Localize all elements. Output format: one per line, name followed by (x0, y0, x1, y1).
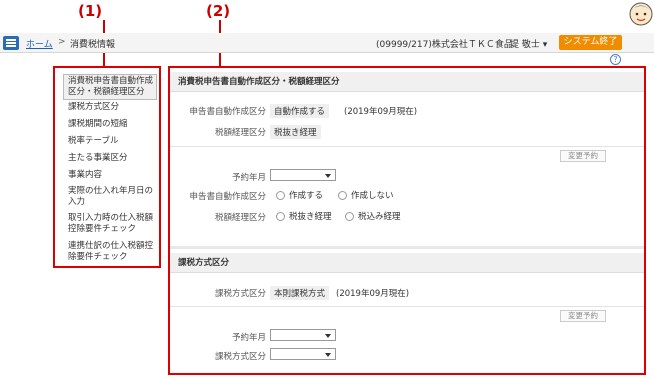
sidebar-item-auto-create[interactable]: 消費税申告書自動作成 区分・税額経理区分 (63, 74, 157, 100)
sidebar-item-label: 入力 (68, 197, 86, 207)
sidebar-item-label: 課税期間の短縮 (68, 119, 128, 129)
tax-accounting-value: 税抜き経理 (270, 125, 321, 139)
sidebar-item-input-deduction-check[interactable]: 取引入力時の仕入税額 控除要件チェック (68, 213, 153, 235)
change-reservation-button-2[interactable]: 変更予約 (560, 310, 606, 322)
sidebar-item-label: 連携仕訳の仕入税額控 (68, 241, 154, 251)
radio-circle (345, 211, 354, 221)
reservation-month-label-1: 予約年月 (231, 173, 266, 183)
sidebar-item-label: 区分・税額経理区分 (68, 87, 145, 97)
section-tax-method-title: 課税方式区分 (170, 253, 644, 273)
user-menu[interactable]: 堤 敬士 ▾ (510, 37, 547, 50)
sidebar-item-business-content[interactable]: 事業内容 (68, 170, 102, 181)
sidebar-item-period-shortening[interactable]: 課税期間の短縮 (68, 119, 128, 130)
change-reservation-button-1[interactable]: 変更予約 (560, 150, 606, 162)
radio-tax-excluded[interactable]: 税抜き経理 (276, 210, 332, 222)
system-exit-button[interactable]: システム終了 (559, 35, 622, 50)
menu-icon[interactable] (3, 36, 19, 50)
radio-label: 作成する (289, 191, 324, 201)
radio-circle (276, 190, 285, 200)
chevron-down-icon (325, 353, 331, 357)
radio-circle (276, 211, 285, 221)
sidebar-item-main-business[interactable]: 主たる事業区分 (68, 153, 128, 164)
sidebar-item-label: 控除要件チェック (68, 224, 137, 234)
section-divider (170, 246, 644, 249)
main-panel: 消費税申告書自動作成区分・税額経理区分 申告書自動作成区分 自動作成する (20… (168, 66, 646, 375)
sidebar-item-label: 課税方式区分 (68, 102, 120, 112)
auto-create-value: 自動作成する (270, 104, 330, 118)
plan-auto-create-label: 申告書自動作成区分 (189, 192, 266, 202)
radio-label: 税抜き経理 (289, 212, 332, 222)
sidebar-item-label: 税率テーブル (68, 136, 119, 146)
tax-method-date: (2019年09月現在) (336, 289, 410, 299)
plan-tax-method-label: 課税方式区分 (214, 352, 266, 362)
radio-create[interactable]: 作成する (276, 189, 323, 201)
tax-method-value: 本則課税方式 (270, 286, 330, 300)
callout-label-2: (2) (206, 2, 231, 20)
sidebar-item-label: 実際の仕入れ年月日の (68, 186, 154, 196)
reservation-month-select-1[interactable] (270, 169, 336, 181)
mascot-icon (629, 2, 653, 26)
sidebar-item-linked-deduction-check[interactable]: 連携仕訳の仕入税額控 除要件チェック (68, 241, 153, 263)
auto-create-label: 申告書自動作成区分 (189, 107, 266, 117)
sidebar-item-tax-rate-table[interactable]: 税率テーブル (68, 136, 119, 147)
auto-create-date: (2019年09月現在) (344, 107, 418, 117)
radio-label: 税込み経理 (358, 212, 401, 222)
reservation-month-select-2[interactable] (270, 329, 336, 341)
plan-tax-accounting-label: 税額経理区分 (214, 213, 266, 223)
help-icon[interactable]: ? (610, 54, 621, 65)
section-auto-create-title: 消費税申告書自動作成区分・税額経理区分 (170, 72, 644, 92)
screen: (1) (2) ホーム > 消費税情報 (09999/217)株式会社ＴＫＣ食品… (0, 0, 654, 379)
radio-tax-included[interactable]: 税込み経理 (345, 210, 401, 222)
breadcrumb-current: 消費税情報 (70, 40, 116, 50)
breadcrumb-separator: > (58, 37, 66, 47)
radio-not-create[interactable]: 作成しない (338, 189, 394, 201)
sidebar-item-label: 事業内容 (68, 170, 103, 180)
divider (170, 146, 644, 147)
sidebar-item-label: 消費税申告書自動作成 (68, 76, 154, 86)
reservation-month-label-2: 予約年月 (231, 333, 266, 343)
sidebar-item-label: 主たる事業区分 (68, 153, 128, 163)
chevron-down-icon (325, 334, 331, 338)
top-bar: ホーム > 消費税情報 (09999/217)株式会社ＴＫＣ食品 堤 敬士 ▾ … (0, 33, 654, 53)
tax-method-label: 課税方式区分 (214, 289, 266, 299)
radio-label: 作成しない (351, 191, 394, 201)
radio-circle (338, 190, 347, 200)
sidebar-item-label: 除要件チェック (68, 252, 128, 262)
chevron-down-icon (325, 174, 331, 178)
divider (170, 306, 644, 307)
sidebar-item-purchase-date[interactable]: 実際の仕入れ年月日の 入力 (68, 186, 153, 208)
company-name: (09999/217)株式会社ＴＫＣ食品 (376, 40, 513, 50)
sidebar: 消費税申告書自動作成 区分・税額経理区分 課税方式区分 課税期間の短縮 税率テー… (53, 66, 161, 268)
callout-label-1: (1) (78, 2, 103, 20)
tax-accounting-label: 税額経理区分 (214, 128, 266, 138)
sidebar-item-tax-method[interactable]: 課税方式区分 (68, 102, 119, 113)
tax-method-select[interactable] (270, 348, 336, 360)
sidebar-item-label: 取引入力時の仕入税額 (68, 213, 154, 223)
breadcrumb-home[interactable]: ホーム (26, 37, 53, 50)
